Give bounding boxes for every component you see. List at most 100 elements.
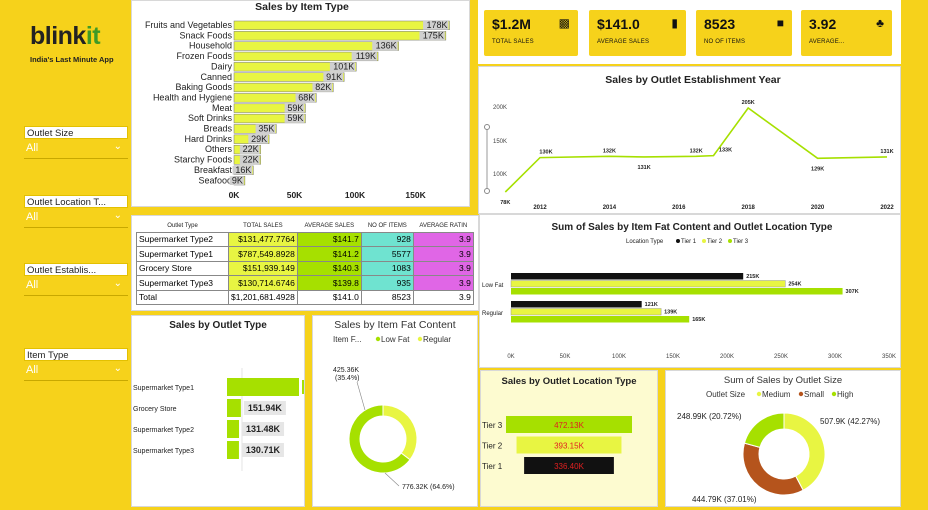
table-total-row: Total $1,201,681.4928 $141.0 8523 3.9 [136, 289, 474, 305]
data-label: 68K [298, 92, 314, 102]
kpi-total-sales: $1.2M TOTAL SALES ▩ [482, 8, 580, 58]
column-header[interactable]: Outlet Type [136, 220, 229, 233]
data-label-bg [302, 380, 344, 394]
data-label: 129K [811, 166, 824, 172]
data-label: 22K [243, 155, 259, 165]
data-label: 425.36K [333, 367, 359, 374]
category-label: Baking Goods [175, 82, 232, 92]
category-label: Grocery Store [133, 406, 177, 413]
location-type-panel: Sales by Outlet Location Type Tier 3 472.1… [480, 370, 658, 507]
category-label: Seafood [198, 175, 232, 185]
sidebar: blinkit India's Last Minute App Outlet S… [22, 0, 130, 510]
data-label: 16K [235, 165, 251, 175]
legend-label: Low Fat [381, 335, 410, 344]
slicer-dropdown[interactable]: All ⌄ [24, 208, 128, 228]
slicer-item-type[interactable]: Item Type All ⌄ [24, 348, 128, 381]
slicer-outlet-location[interactable]: Outlet Location T... All ⌄ [24, 195, 128, 228]
building-icon: ■ [776, 16, 784, 30]
cell-average-rating: 3.9 [412, 246, 474, 262]
cell-outlet-type: Supermarket Type1 [136, 246, 229, 262]
bar [511, 301, 642, 308]
x-tick-label: 50K [560, 354, 571, 360]
kpi-value: 8523 [704, 16, 736, 32]
cell-average-rating: 3.9 [412, 289, 474, 305]
bar [233, 31, 447, 41]
money-bar-icon: ▩ [558, 16, 570, 30]
bar [511, 288, 843, 295]
slicer-outlet-establishment[interactable]: Outlet Establis... All ⌄ [24, 263, 128, 296]
column-header[interactable]: AVERAGE RATIN [413, 220, 474, 233]
data-label: 472.13K [554, 421, 584, 430]
data-label: 139K [664, 310, 677, 316]
cell-average-rating: 3.9 [412, 260, 474, 276]
data-label: 133K [719, 148, 732, 154]
data-label: 29K [251, 134, 267, 144]
data-label: 22K [243, 144, 259, 154]
cell-no-of-items: 935 [360, 275, 414, 291]
y-tick-label: 150K [493, 139, 507, 145]
data-label: 121K [645, 302, 658, 308]
slicer-dropdown[interactable]: All ⌄ [24, 139, 128, 159]
y-tick-label: 200K [493, 105, 507, 111]
category-label: Regular [482, 311, 503, 317]
x-tick-label: 150K [666, 354, 680, 360]
y-tick-label: 100K [493, 172, 507, 178]
table-row[interactable]: Supermarket Type3 $130,714.6746 $139.8 9… [136, 275, 474, 291]
data-label: 59K [287, 113, 303, 123]
category-label: Breads [203, 124, 232, 134]
cell-no-of-items: 928 [360, 231, 414, 247]
legend-label: Tier 1 [681, 239, 697, 245]
chart-title: Sales by Item Type [255, 1, 349, 13]
data-label: 132K [690, 148, 703, 154]
column-header[interactable]: AVERAGE SALES [297, 220, 362, 233]
cell-total-sales: $151,939.149 [228, 260, 298, 276]
fat-content-panel: Sales by Item Fat Content Item F... Low Fa… [312, 315, 478, 507]
table-row[interactable]: Supermarket Type1 $787,549.8928 $141.2 5… [136, 246, 474, 262]
chart-title: Sales by Item Fat Content [334, 319, 455, 331]
bar [510, 280, 786, 288]
category-label: Household [189, 41, 232, 51]
table-row[interactable]: Grocery Store $151,939.149 $140.3 1083 3… [136, 260, 474, 276]
column-header[interactable]: NO OF ITEMS [361, 220, 414, 233]
legend-title: Location Type [626, 239, 664, 245]
data-label: 307K [846, 289, 859, 295]
x-tick-label: 2014 [603, 205, 617, 211]
kpi-label: AVERAGE SALES [597, 39, 650, 45]
slicer-dropdown[interactable]: All ⌄ [24, 276, 128, 296]
category-label: Soft Drinks [188, 113, 233, 123]
table-row[interactable]: Supermarket Type2 $131,477.7764 $141.7 9… [136, 231, 474, 247]
category-label: Hard Drinks [184, 134, 232, 144]
bar [511, 273, 744, 280]
data-label: (35.4%) [335, 375, 360, 382]
cell-average-sales: $141.0 [296, 289, 362, 305]
leader-line [384, 472, 400, 487]
column-header[interactable]: TOTAL SALES [228, 220, 298, 233]
category-label: Breakfast [194, 165, 233, 175]
slicer-dropdown[interactable]: All ⌄ [24, 361, 128, 381]
category-label: Frozen Foods [176, 51, 232, 61]
cell-total-sales: $131,477.7764 [228, 231, 298, 247]
x-tick-label: 100K [345, 190, 366, 200]
donut-slice [382, 404, 418, 461]
fat-content-chart: Sales by Item Fat Content Item F... Low Fa… [333, 319, 456, 491]
data-label: 336.40K [554, 462, 584, 471]
legend-label: Tier 3 [733, 239, 749, 245]
slicer-outlet-size[interactable]: Outlet Size All ⌄ [24, 126, 128, 159]
kpi-value: 3.92 [809, 16, 837, 32]
data-label: 119K [356, 51, 376, 61]
legend-label: High [837, 390, 853, 399]
data-label: 78K [500, 200, 510, 206]
bar [227, 378, 299, 396]
data-label: 131K [880, 149, 893, 155]
data-label: 248.99K (20.72%) [677, 412, 742, 421]
legend-marker [831, 391, 837, 397]
data-label: 444.79K (37.01%) [692, 495, 757, 504]
x-tick-label: 2016 [672, 205, 686, 211]
cell-average-rating: 3.9 [412, 275, 474, 291]
chevron-down-icon: ⌄ [113, 141, 122, 152]
bar [510, 308, 662, 316]
cell-average-sales: $141.2 [296, 246, 362, 262]
kpi-label: NO OF ITEMS [704, 39, 746, 45]
legend-marker [375, 336, 381, 342]
cell-outlet-type: Grocery Store [136, 260, 229, 276]
